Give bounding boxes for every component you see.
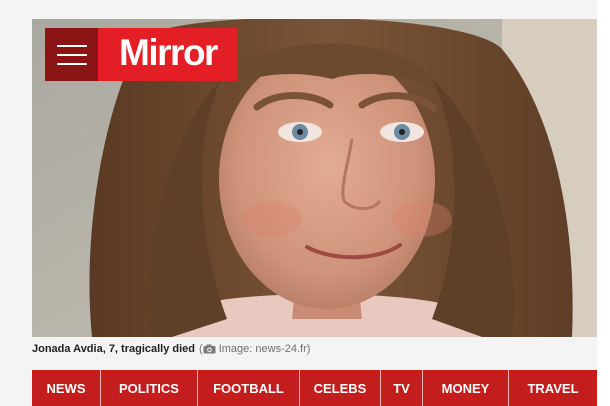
brand-wordmark[interactable]: Mirror: [98, 28, 238, 81]
page-edge: [597, 0, 610, 406]
camera-icon: [203, 344, 216, 354]
nav-item-news[interactable]: NEWS: [32, 370, 101, 406]
nav-item-football[interactable]: FOOTBALL: [198, 370, 300, 406]
article-page: Mirror Jonada Avdia, 7, tragically died …: [0, 0, 610, 406]
credit-text: Image: news-24.fr: [218, 343, 307, 355]
image-caption: Jonada Avdia, 7, tragically died ( Image…: [32, 343, 310, 355]
mirror-logo[interactable]: Mirror: [45, 28, 238, 81]
nav-item-celebs[interactable]: CELEBS: [300, 370, 381, 406]
nav-item-money[interactable]: MONEY: [423, 370, 509, 406]
nav-item-tv[interactable]: TV: [381, 370, 423, 406]
nav-item-politics[interactable]: POLITICS: [101, 370, 198, 406]
caption-text: Jonada Avdia, 7, tragically died: [32, 343, 196, 355]
hamburger-menu-icon[interactable]: [45, 28, 98, 81]
image-credit: ( Image: news-24.fr): [199, 343, 311, 355]
section-navigation: NEWS POLITICS FOOTBALL CELEBS TV MONEY T…: [32, 370, 597, 406]
nav-item-travel[interactable]: TRAVEL: [509, 370, 597, 406]
